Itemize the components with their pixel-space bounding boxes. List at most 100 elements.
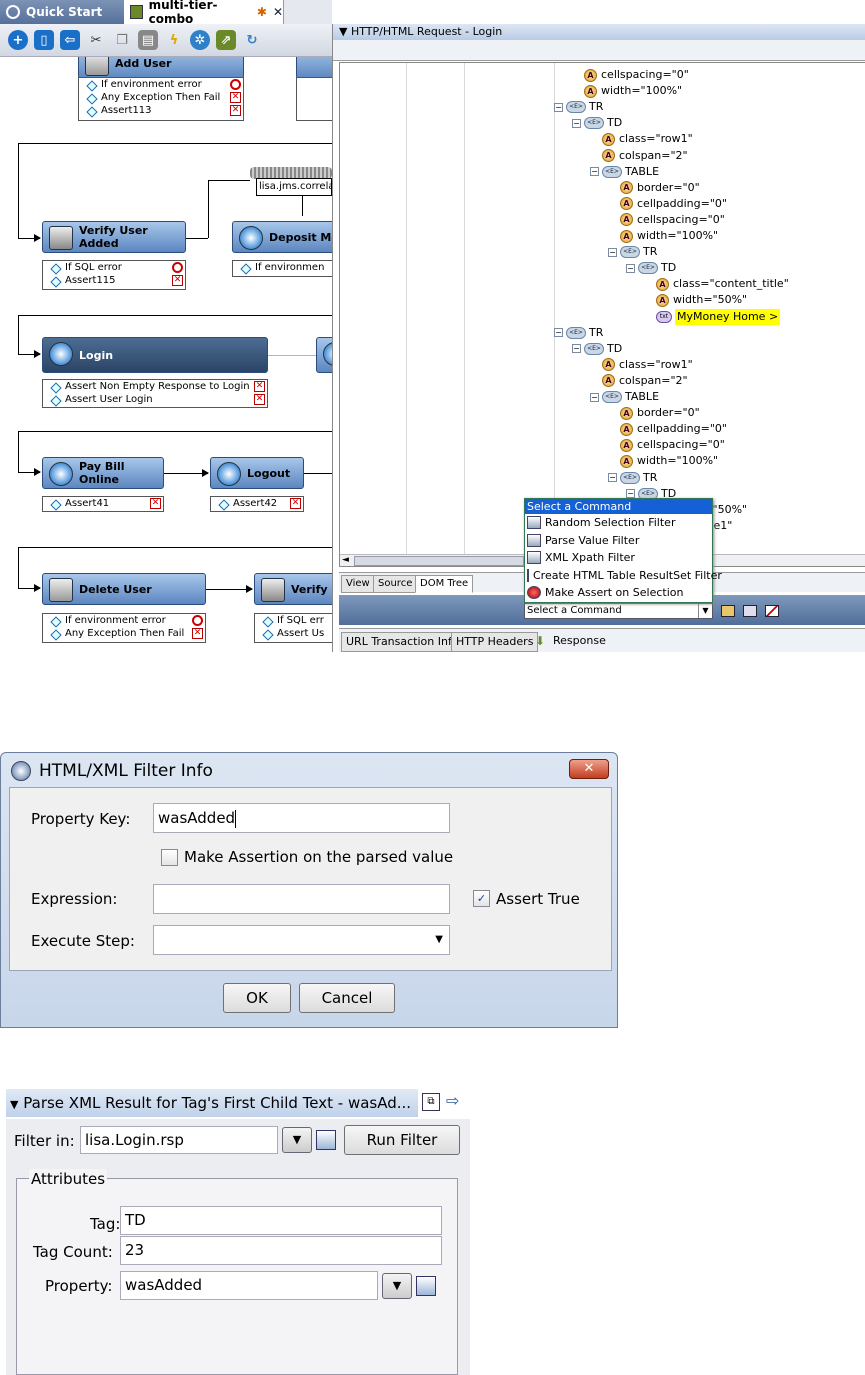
- property-input[interactable]: wasAdded: [120, 1271, 378, 1300]
- tree-node[interactable]: − <E> TR: [608, 244, 657, 260]
- menu-item-parse-value-filter[interactable]: Parse Value Filter: [525, 532, 712, 550]
- tab-quick-start[interactable]: Quick Start: [0, 0, 124, 24]
- assertion-item[interactable]: If SQL err: [255, 614, 332, 627]
- node-partial-right[interactable]: [296, 57, 332, 79]
- assertion-item[interactable]: Assert115 ✕: [43, 274, 185, 287]
- chevron-down-icon[interactable]: ▼: [698, 604, 712, 618]
- tree-node[interactable]: − <E> TABLE: [590, 164, 659, 180]
- tab-http-headers[interactable]: HTTP Headers: [451, 632, 539, 652]
- tree-node[interactable]: Aborder="0": [620, 405, 700, 421]
- cancel-button[interactable]: Cancel: [299, 983, 395, 1013]
- tree-node[interactable]: txt MyMoney Home >: [656, 308, 781, 325]
- tree-node[interactable]: Aborder="0": [620, 180, 700, 196]
- tree-node[interactable]: − <E> TR: [554, 99, 603, 115]
- tree-node[interactable]: − <E> TABLE: [590, 389, 659, 405]
- assertion-item[interactable]: Assert Non Empty Response to Login ✕: [43, 380, 267, 393]
- collapse-toggle-icon[interactable]: −: [590, 167, 599, 177]
- node-verify-user-added[interactable]: Verify User Added: [42, 221, 186, 253]
- node-add-user[interactable]: Add User: [78, 57, 244, 79]
- collapse-toggle-icon[interactable]: −: [572, 118, 581, 128]
- menu-item-random-selection-filter[interactable]: Random Selection Filter: [525, 514, 712, 532]
- node-deposit-money[interactable]: Deposit Mo: [232, 221, 332, 253]
- paste-icon[interactable]: ▤: [138, 30, 158, 50]
- collapse-toggle-icon[interactable]: −: [590, 392, 599, 402]
- assertion-item[interactable]: If environmen: [233, 261, 332, 274]
- assert-true-checkbox[interactable]: ✓: [473, 890, 490, 907]
- collapse-toggle-icon[interactable]: −: [608, 247, 617, 257]
- run-filter-button[interactable]: Run Filter: [344, 1125, 460, 1155]
- refresh-icon[interactable]: ↻: [242, 30, 262, 50]
- open-folder-icon[interactable]: [721, 605, 735, 617]
- lightning-icon[interactable]: ϟ: [164, 30, 184, 50]
- copy-icon[interactable]: ❐: [112, 30, 132, 50]
- tab-source[interactable]: Source: [373, 575, 418, 593]
- tree-node[interactable]: − <E> TR: [608, 470, 657, 486]
- collapse-icon[interactable]: ▼: [339, 25, 347, 38]
- collapse-toggle-icon[interactable]: −: [626, 489, 635, 499]
- popout-icon[interactable]: ⧉: [422, 1093, 440, 1111]
- tree-node[interactable]: − <E> TD: [626, 260, 676, 276]
- add-icon[interactable]: +: [8, 30, 28, 50]
- tab-view[interactable]: View: [341, 575, 375, 593]
- scroll-left-icon[interactable]: ◄: [342, 555, 349, 565]
- assertion-item[interactable]: Assert42 ✕: [211, 497, 303, 510]
- tab-multi-tier-combo[interactable]: multi-tier-combo ✱ ✕: [124, 0, 284, 26]
- property-dropdown[interactable]: ▼: [382, 1273, 412, 1299]
- tree-node[interactable]: − <E> TR: [554, 325, 603, 341]
- node-pay-bill-online[interactable]: Pay Bill Online: [42, 457, 164, 489]
- tree-node[interactable]: Aclass="row1": [602, 131, 693, 147]
- panel-header[interactable]: ▼ HTTP/HTML Request - Login: [333, 24, 865, 40]
- assertion-item[interactable]: Assert User Login ✕: [43, 393, 267, 406]
- node-partial-next[interactable]: [316, 337, 332, 373]
- clear-icon[interactable]: [765, 605, 779, 617]
- tree-node[interactable]: Acolspan="2": [602, 373, 688, 389]
- delete-icon[interactable]: ▯: [34, 30, 54, 50]
- close-button[interactable]: ✕: [569, 759, 609, 779]
- make-assertion-checkbox[interactable]: [161, 849, 178, 866]
- cut-icon[interactable]: ✂: [86, 30, 106, 50]
- collapse-icon[interactable]: ▼: [10, 1098, 18, 1111]
- command-select[interactable]: Select a Command ▼: [524, 603, 713, 619]
- tag-count-input[interactable]: 23: [120, 1236, 442, 1265]
- copy-list-icon[interactable]: [416, 1276, 436, 1296]
- filter-in-dropdown[interactable]: ▼: [282, 1127, 312, 1153]
- model-canvas[interactable]: Add User If environment error Any Except…: [0, 57, 332, 652]
- scroll-thumb[interactable]: [354, 556, 524, 566]
- assertion-item[interactable]: If SQL error: [43, 261, 185, 274]
- menu-item-xml-xpath-filter[interactable]: XML Xpath Filter: [525, 549, 712, 567]
- assertion-item[interactable]: Assert113 ✕: [79, 104, 243, 117]
- tree-node[interactable]: Awidth="100%": [584, 83, 682, 99]
- assertion-item[interactable]: If environment error: [79, 78, 243, 91]
- assertion-item[interactable]: Any Exception Then Fail ✕: [43, 627, 205, 640]
- tree-node[interactable]: Acolspan="2": [602, 148, 688, 164]
- arrow-right-icon[interactable]: ⇨: [446, 1091, 459, 1110]
- collapse-toggle-icon[interactable]: −: [554, 102, 563, 112]
- save-icon[interactable]: [743, 605, 757, 617]
- assertion-item[interactable]: If environment error: [43, 614, 205, 627]
- deploy-icon[interactable]: ⇗: [216, 30, 236, 50]
- collapse-toggle-icon[interactable]: −: [554, 328, 563, 338]
- tree-node[interactable]: Acellspacing="0": [620, 437, 725, 453]
- tab-response[interactable]: Response: [549, 632, 610, 652]
- collapse-toggle-icon[interactable]: −: [626, 263, 635, 273]
- tree-node[interactable]: Aclass="row1": [602, 357, 693, 373]
- node-delete-user[interactable]: Delete User: [42, 573, 206, 605]
- tree-node[interactable]: Aclass="content_title": [656, 276, 789, 292]
- assertion-item[interactable]: Any Exception Then Fail ✕: [79, 91, 243, 104]
- ok-button[interactable]: OK: [223, 983, 291, 1013]
- expression-input[interactable]: [153, 884, 450, 914]
- node-logout[interactable]: Logout: [210, 457, 304, 489]
- tree-node[interactable]: − <E> TD: [572, 115, 622, 131]
- tree-node[interactable]: − <E> TD: [572, 341, 622, 357]
- collapse-toggle-icon[interactable]: −: [608, 473, 617, 482]
- gear-icon[interactable]: ✲: [190, 30, 210, 50]
- menu-item-make-assert-on-selection[interactable]: Make Assert on Selection: [525, 584, 712, 602]
- filter-in-input[interactable]: lisa.Login.rsp: [80, 1126, 278, 1154]
- chevron-down-icon[interactable]: ▼: [435, 926, 443, 954]
- tab-url-transaction-info[interactable]: URL Transaction Info: [341, 632, 464, 652]
- tag-input[interactable]: TD: [120, 1206, 442, 1235]
- tree-node[interactable]: Acellpadding="0": [620, 421, 727, 437]
- dom-tree[interactable]: Acellspacing="0" Awidth="100%" − <E> TR − <E> T…: [339, 62, 865, 567]
- property-key-input[interactable]: wasAdded: [153, 803, 450, 833]
- menu-item-html-table-resultset-filter[interactable]: Create HTML Table ResultSet Filter: [525, 567, 722, 585]
